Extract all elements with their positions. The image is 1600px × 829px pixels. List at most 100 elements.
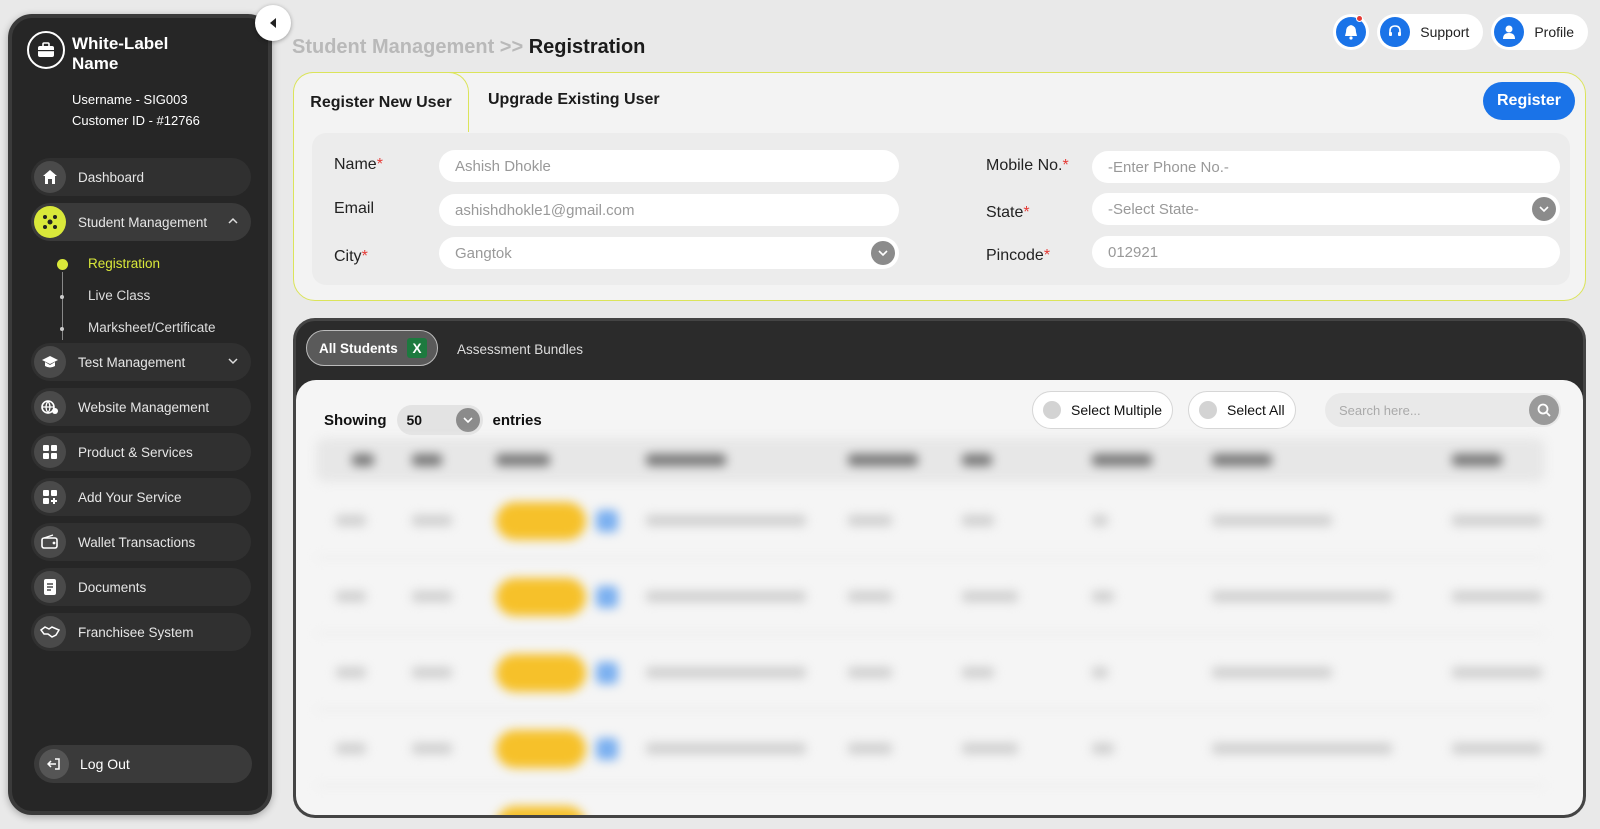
submenu-dot: [60, 327, 64, 331]
sidebar-item-label: Dashboard: [78, 169, 145, 185]
students-table-card: All Students X Assessment Bundles Showin…: [293, 318, 1586, 818]
showing-label: Showing: [324, 411, 387, 429]
bell-icon: [1336, 17, 1367, 47]
sidebar-item-wallet-transactions[interactable]: Wallet Transactions: [31, 523, 251, 561]
sidebar-item-label: Wallet Transactions: [78, 534, 196, 550]
entries-select[interactable]: 50: [396, 405, 483, 435]
tab-label: Register New User: [310, 93, 452, 111]
top-actions: Support Profile: [1333, 14, 1588, 50]
profile-label: Profile: [1534, 24, 1574, 40]
email-label: Email: [334, 200, 375, 217]
sidebar-item-label: Website Management: [78, 399, 210, 415]
submenu-registration[interactable]: Registration: [88, 256, 160, 271]
support-label: Support: [1420, 24, 1470, 40]
state-placeholder: -Select State-: [1108, 200, 1199, 218]
logout-label: Log Out: [80, 756, 130, 772]
chevron-down-icon: [228, 358, 238, 365]
user-icon: [1494, 17, 1525, 47]
logout-icon: [39, 749, 69, 779]
mobile-field[interactable]: -Enter Phone No.-: [1092, 151, 1560, 183]
sidebar-item-label: Test Management: [78, 354, 186, 370]
name-label: Name*: [334, 156, 383, 173]
home-icon: [34, 161, 66, 193]
radio-icon: [1199, 401, 1217, 419]
table-row: [316, 786, 1545, 815]
select-multiple-label: Select Multiple: [1071, 402, 1163, 418]
sidebar-collapse-button[interactable]: [255, 5, 291, 41]
breadcrumb: Student Management >> Registration: [292, 36, 645, 59]
name-field[interactable]: Ashish Dhokle: [439, 150, 899, 182]
logout-button[interactable]: Log Out: [34, 745, 252, 783]
sidebar-item-documents[interactable]: Documents: [31, 568, 251, 606]
tab-register-new-user[interactable]: Register New User: [293, 72, 469, 132]
sidebar-item-franchisee-system[interactable]: Franchisee System: [31, 613, 251, 651]
register-button[interactable]: Register: [1483, 82, 1575, 120]
form-fields: Name* Ashish Dhokle Email ashishdhokle1@…: [312, 133, 1570, 285]
submenu-active-dot: [57, 259, 68, 270]
search-input[interactable]: Search here...: [1325, 393, 1561, 427]
document-icon: [34, 571, 66, 603]
tab-all-students[interactable]: All Students X: [306, 330, 438, 366]
sidebar-item-label: Student Management: [78, 214, 208, 230]
sidebar: White-Label Name Username - SIG003 Custo…: [8, 14, 272, 815]
grid-add-icon: [34, 481, 66, 513]
city-select[interactable]: Gangtok: [439, 237, 899, 269]
city-label: City*: [334, 248, 368, 265]
submenu-live-class[interactable]: Live Class: [88, 288, 150, 303]
submenu-dot: [60, 295, 64, 299]
sidebar-item-product-services[interactable]: Product & Services: [31, 433, 251, 471]
sidebar-item-add-your-service[interactable]: Add Your Service: [31, 478, 251, 516]
email-field[interactable]: ashishdhokle1@gmail.com: [439, 194, 899, 226]
sidebar-item-label: Add Your Service: [78, 489, 182, 505]
customer-id: Customer ID - #12766: [72, 113, 200, 128]
page-title: Registration: [528, 36, 646, 58]
radio-icon: [1043, 401, 1061, 419]
sidebar-item-dashboard[interactable]: Dashboard: [31, 158, 251, 196]
select-all-toggle[interactable]: Select All: [1188, 391, 1296, 429]
sidebar-item-label: Franchisee System: [78, 624, 194, 640]
breadcrumb-parent[interactable]: Student Management >>: [292, 36, 523, 58]
sidebar-item-label: Product & Services: [78, 444, 193, 460]
wallet-icon: [34, 526, 66, 558]
search-placeholder: Search here...: [1339, 402, 1421, 418]
table-header: [316, 438, 1545, 482]
username: Username - SIG003: [72, 92, 188, 107]
city-value: Gangtok: [455, 244, 512, 262]
tab-assessment-bundles[interactable]: Assessment Bundles: [457, 342, 583, 357]
chevron-up-icon: [228, 217, 238, 224]
profile-button[interactable]: Profile: [1491, 14, 1588, 50]
submenu-marksheet-certificate[interactable]: Marksheet/Certificate: [88, 320, 216, 335]
sidebar-item-student-management[interactable]: Student Management: [31, 203, 251, 241]
globe-gear-icon: [34, 391, 66, 423]
table-row: [316, 710, 1545, 786]
select-multiple-toggle[interactable]: Select Multiple: [1032, 391, 1174, 429]
pincode-field[interactable]: 012921: [1092, 236, 1560, 268]
grid-icon: [34, 436, 66, 468]
pincode-label: Pincode*: [986, 247, 1051, 264]
sidebar-item-test-management[interactable]: Test Management: [31, 343, 251, 381]
table-row: [316, 558, 1545, 634]
excel-export-icon[interactable]: X: [407, 338, 427, 358]
state-label: State*: [986, 204, 1030, 221]
brand-name: White-Label Name: [72, 34, 169, 73]
chevron-down-icon: [871, 241, 895, 265]
briefcase-icon: [27, 31, 65, 69]
support-button[interactable]: Support: [1377, 14, 1484, 50]
search-icon[interactable]: [1529, 395, 1559, 425]
blurred-table: [316, 438, 1545, 815]
user-info: Username - SIG003 Customer ID - #12766: [72, 89, 200, 131]
headset-icon: [1380, 17, 1411, 47]
entries-control: Showing 50 entries: [324, 405, 542, 435]
caret-left-icon: [270, 18, 276, 28]
graduation-cap-icon: [34, 346, 66, 378]
sidebar-item-website-management[interactable]: Website Management: [31, 388, 251, 426]
state-select[interactable]: -Select State-: [1092, 193, 1560, 225]
notification-dot: [1356, 15, 1364, 22]
tab-upgrade-existing-user[interactable]: Upgrade Existing User: [488, 91, 660, 109]
table-body: Showing 50 entries Select Multiple Selec…: [296, 380, 1583, 815]
notifications-button[interactable]: [1333, 14, 1370, 50]
registration-card: Register New User Upgrade Existing User …: [293, 72, 1586, 301]
table-row: [316, 482, 1545, 558]
chevron-down-icon: [1532, 197, 1556, 221]
table-row: [316, 634, 1545, 710]
